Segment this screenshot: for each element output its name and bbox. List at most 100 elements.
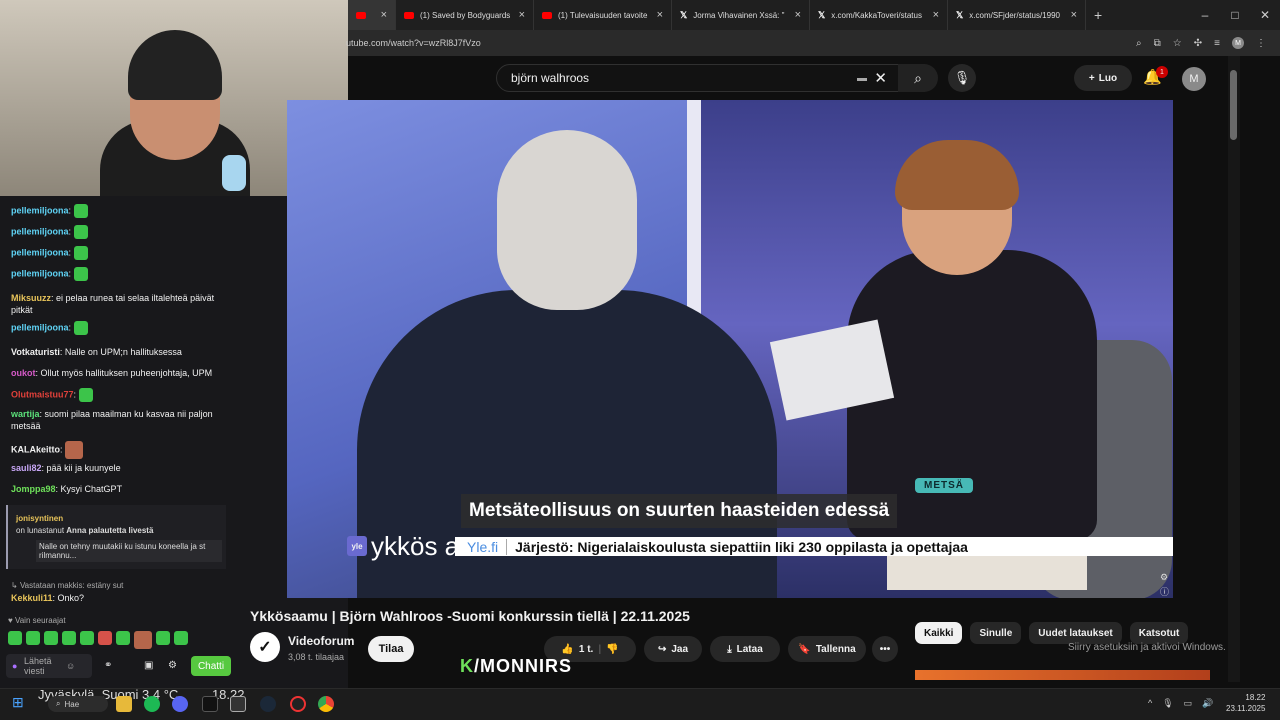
chat-username[interactable]: sauli82 <box>11 463 42 473</box>
cast-icon[interactable]: ⧉ <box>1154 38 1161 49</box>
chip-for-you[interactable]: Sinulle <box>970 622 1022 644</box>
emote-icon[interactable] <box>78 388 93 402</box>
voice-search-button[interactable]: 🎙 <box>948 64 976 92</box>
close-window-icon[interactable]: ✕ <box>1250 8 1280 22</box>
account-avatar[interactable]: M <box>1182 67 1206 91</box>
keyboard-icon[interactable]: ▬ <box>857 73 867 84</box>
emote-icon[interactable] <box>73 267 88 281</box>
close-icon[interactable]: × <box>519 9 525 21</box>
community-icon[interactable]: ⚭ <box>104 660 112 671</box>
media-icon[interactable]: ≡ <box>1214 38 1220 49</box>
info-icon[interactable]: ⓘ <box>1160 585 1169 598</box>
chat-username[interactable]: Kekkuli11 <box>11 593 53 603</box>
chat-username[interactable]: pellemiljoona <box>11 205 69 215</box>
tab-kakkatoveri[interactable]: 𝕏 x.com/KakkaToveri/status × <box>810 0 948 30</box>
emote-icon[interactable] <box>134 631 152 649</box>
search-input[interactable]: björn walhroos ▬ ✕ <box>496 64 936 92</box>
chat-username[interactable]: pellemiljoona <box>11 322 69 332</box>
close-icon[interactable]: × <box>657 9 663 21</box>
store-icon[interactable]: ▣ <box>144 660 153 671</box>
chat-username[interactable]: Votkaturisti <box>11 347 60 357</box>
chat-username[interactable]: KALAkeitto <box>11 444 60 454</box>
subscribe-button[interactable]: Tilaa <box>368 636 414 662</box>
chip-new-uploads[interactable]: Uudet lataukset <box>1029 622 1122 644</box>
save-button[interactable]: 🔖 Tallenna <box>788 636 866 662</box>
emote-icon[interactable] <box>73 225 88 239</box>
chat-username[interactable]: pellemiljoona <box>11 268 69 278</box>
tab-jorma[interactable]: 𝕏 Jorma Vihavainen Xssä: " × <box>672 0 810 30</box>
tab-saved-by-bodyguards[interactable]: (1) Saved by Bodyguards × <box>396 0 534 30</box>
clear-search-icon[interactable]: ✕ <box>874 69 887 87</box>
chip-watched[interactable]: Katsotut <box>1129 622 1189 644</box>
notion-icon[interactable] <box>230 696 246 712</box>
emote-icon[interactable] <box>73 246 88 260</box>
chat-input[interactable]: ● Lähetä viesti ☺ <box>6 654 92 678</box>
network-icon[interactable]: ▭ <box>1184 698 1193 709</box>
emote-icon[interactable] <box>80 631 94 645</box>
emote-icon[interactable] <box>65 441 84 459</box>
settings-icon[interactable]: ⚙ <box>1160 572 1168 583</box>
recommended-thumbnail[interactable] <box>915 670 1210 680</box>
share-button[interactable]: ↪ Jaa <box>644 636 702 662</box>
tab-tulevaisuuden[interactable]: (1) Tulevaisuuden tavoite × <box>534 0 672 30</box>
taskbar-search[interactable]: ⌕ Hae <box>48 696 108 712</box>
chat-send-button[interactable]: Chatti <box>191 656 231 676</box>
menu-icon[interactable]: ⋮ <box>1256 38 1266 49</box>
steam-icon[interactable] <box>260 696 276 712</box>
chrome-icon[interactable] <box>318 696 334 712</box>
url-field[interactable]: utube.com/watch?v=wzRl8J7fVzo <box>346 38 481 48</box>
new-tab-button[interactable]: + <box>1094 7 1102 23</box>
system-clock[interactable]: 18.22 23.11.2025 <box>1226 692 1265 714</box>
emote-icon[interactable] <box>44 631 58 645</box>
chat-username[interactable]: wartija <box>11 409 40 419</box>
minimize-icon[interactable]: – <box>1190 8 1220 22</box>
close-icon[interactable]: × <box>795 9 801 21</box>
video-player[interactable]: METSÄ Metsäteollisuus on suurten haastei… <box>287 100 1173 598</box>
emote-icon[interactable] <box>73 204 88 218</box>
create-button[interactable]: + Luo <box>1074 65 1132 91</box>
scrollbar-thumb[interactable] <box>1230 70 1237 140</box>
emote-icon[interactable] <box>98 631 112 645</box>
x-app-icon[interactable] <box>202 696 218 712</box>
close-icon[interactable]: × <box>1071 9 1077 21</box>
download-button[interactable]: ⤓ Lataa <box>710 636 780 662</box>
zoom-icon[interactable]: ⌕ <box>1136 38 1142 49</box>
windows-start-icon[interactable]: ⊞ <box>12 694 24 711</box>
tab-sfjder[interactable]: 𝕏 x.com/SFjder/status/1990 × <box>948 0 1086 30</box>
chat-username[interactable]: pellemiljoona <box>11 226 69 236</box>
chat-username[interactable]: Jomppa98 <box>11 484 56 494</box>
emoji-icon[interactable]: ☺ <box>66 661 75 671</box>
settings-icon[interactable]: ⚙ <box>168 660 177 671</box>
close-icon[interactable]: × <box>933 9 939 21</box>
obs-icon[interactable] <box>290 696 306 712</box>
channel-avatar[interactable]: ✓ <box>250 632 280 662</box>
chip-all[interactable]: Kaikki <box>915 622 963 644</box>
channel-name[interactable]: Videoforum <box>288 634 354 648</box>
discord-icon[interactable] <box>172 696 188 712</box>
chat-username[interactable]: oukot <box>11 368 36 378</box>
like-count[interactable]: 1 t. <box>579 644 593 655</box>
emote-icon[interactable] <box>73 321 88 335</box>
file-explorer-icon[interactable] <box>116 696 132 712</box>
tray-chevron-icon[interactable]: ^ <box>1148 698 1152 709</box>
extensions-icon[interactable]: ✣ <box>1194 38 1202 49</box>
spotify-icon[interactable] <box>144 696 160 712</box>
close-icon[interactable]: × <box>381 9 387 21</box>
profile-avatar[interactable]: M <box>1232 37 1244 49</box>
more-actions-button[interactable]: ••• <box>872 636 898 662</box>
chat-username[interactable]: Olutmaistuu77 <box>11 389 74 399</box>
dislike-icon[interactable]: 👎 <box>606 644 618 655</box>
mic-tray-icon[interactable]: 🎙 <box>1162 698 1173 709</box>
chat-username[interactable]: pellemiljoona <box>11 247 69 257</box>
emote-icon[interactable] <box>62 631 76 645</box>
emote-icon[interactable] <box>8 631 22 645</box>
chat-username[interactable]: Miksuuzz <box>11 293 51 303</box>
tab-active[interactable]: × <box>348 0 396 30</box>
bookmark-star-icon[interactable]: ☆ <box>1173 38 1182 49</box>
like-icon[interactable]: 👍 <box>561 644 573 655</box>
search-button[interactable]: ⌕ <box>898 64 938 92</box>
maximize-icon[interactable]: □ <box>1220 8 1250 22</box>
emote-icon[interactable] <box>116 631 130 645</box>
emote-icon[interactable] <box>26 631 40 645</box>
emote-icon[interactable] <box>156 631 170 645</box>
